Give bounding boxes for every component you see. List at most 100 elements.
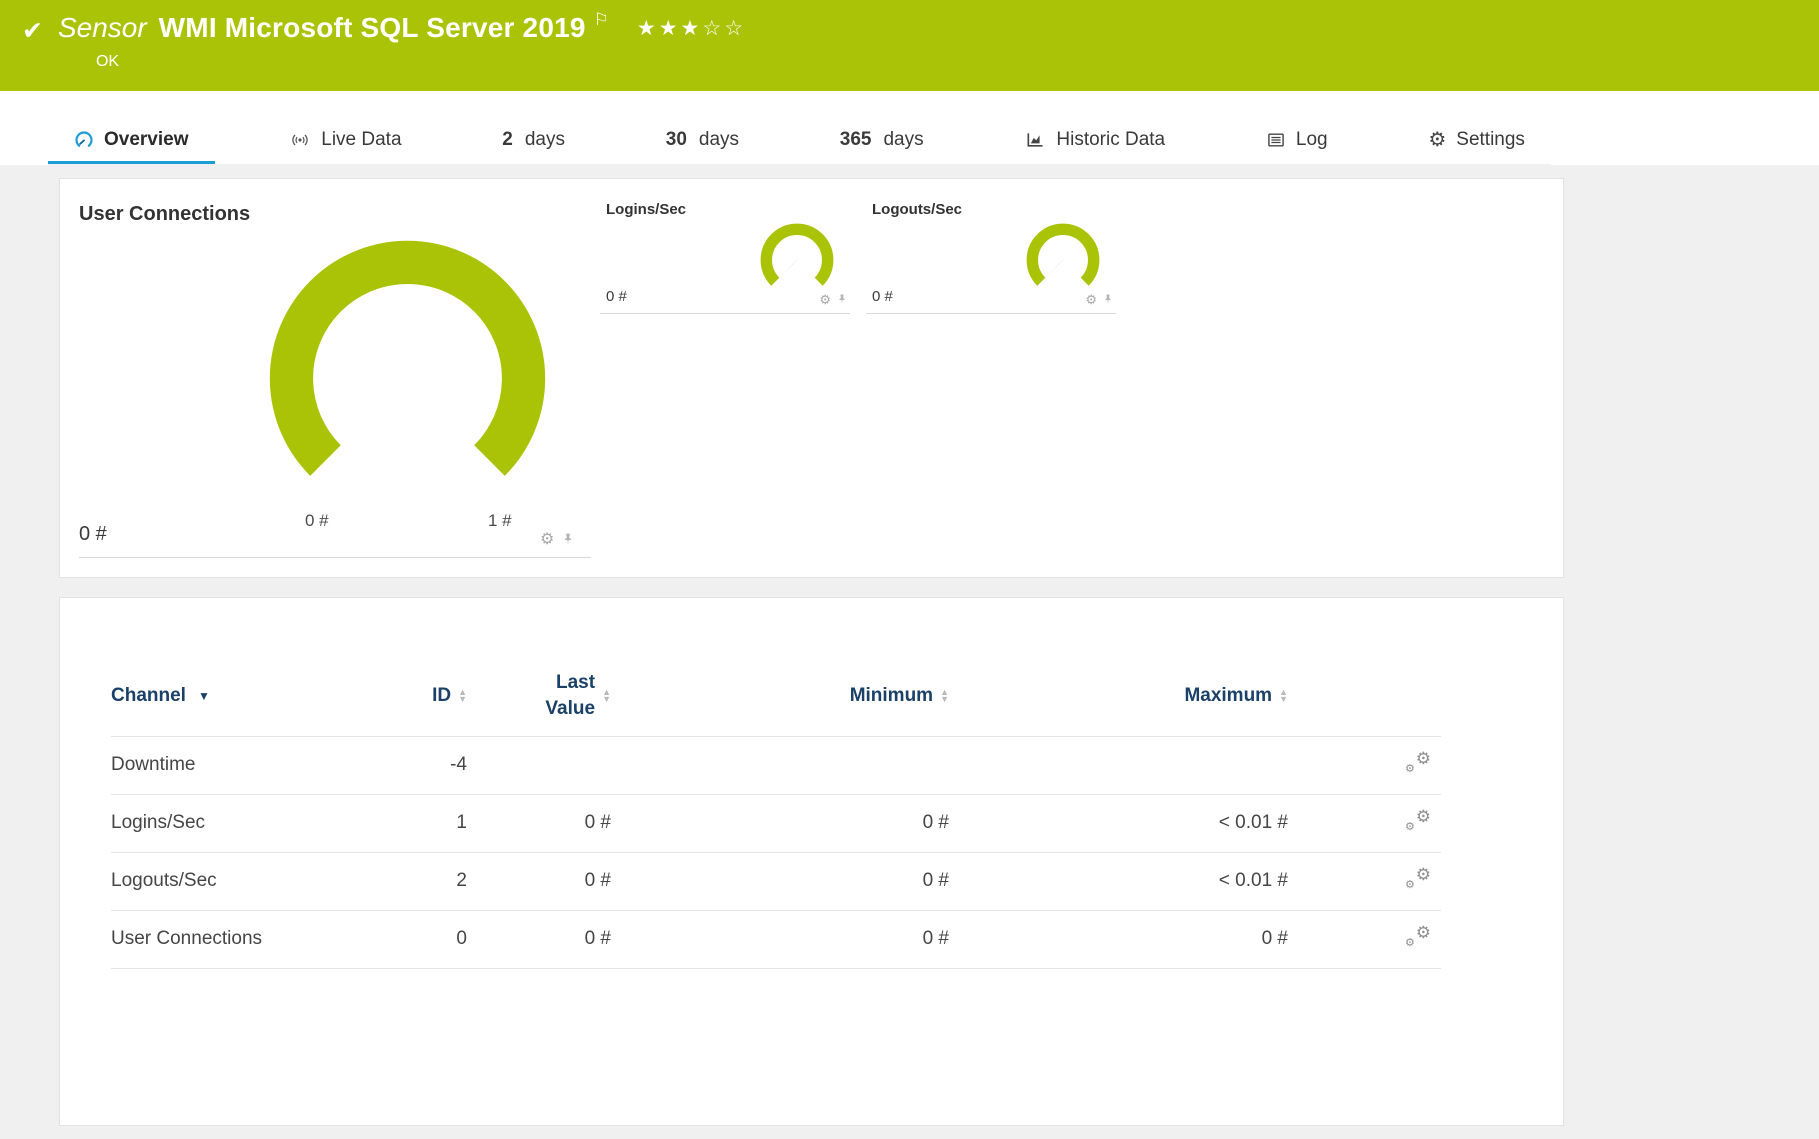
- column-label: Maximum: [1184, 684, 1273, 706]
- sensor-title: WMI Microsoft SQL Server 2019: [158, 12, 586, 43]
- channel-id: -4: [357, 736, 467, 795]
- tab-log[interactable]: Log: [1240, 118, 1354, 164]
- channel-maximum: 0 #: [949, 910, 1288, 969]
- column-header-actions: [1288, 656, 1441, 737]
- table-row: Logouts/Sec 2 0 # 0 # < 0.01 # ⚙ ⚙: [111, 852, 1441, 911]
- channel-settings-icon[interactable]: ⚙ ⚙: [1405, 923, 1431, 949]
- logouts-per-sec-gauge: Logouts/Sec 0 # ⚙: [866, 201, 1116, 314]
- channel-id: 0: [357, 910, 467, 969]
- table-row: Logins/Sec 1 0 # 0 # < 0.01 # ⚙ ⚙: [111, 794, 1441, 853]
- table-header-row: Channel ▼ ID ▲ ▼ Last Value ▲ ▼ Minimum …: [111, 656, 1441, 737]
- channel-last-value: 0 #: [467, 910, 611, 969]
- main-gauge-controls: ⚙: [540, 531, 575, 548]
- gauge-gear-icon[interactable]: ⚙: [540, 531, 554, 548]
- main-gauge-title: User Connections: [79, 203, 251, 225]
- channel-maximum: [949, 736, 1288, 795]
- column-label: Minimum: [849, 684, 934, 706]
- small-gauge-controls: ⚙: [819, 292, 848, 307]
- sort-icon[interactable]: ▲ ▼: [1279, 687, 1288, 703]
- gauge-divider: [79, 557, 591, 558]
- channel-name: User Connections: [111, 910, 357, 969]
- table-row: User Connections 0 0 # 0 # 0 # ⚙ ⚙: [111, 910, 1441, 969]
- priority-stars-icon[interactable]: ★★★☆☆: [637, 16, 746, 41]
- historic-data-chart-icon: [1027, 132, 1043, 147]
- channel-settings-icon[interactable]: ⚙ ⚙: [1405, 749, 1431, 775]
- channel-last-value: 0 #: [467, 794, 611, 853]
- channel-name: Downtime: [111, 736, 357, 795]
- channel-name: Logins/Sec: [111, 794, 357, 853]
- tab-365-days[interactable]: 365 days: [814, 118, 950, 164]
- gauge-gear-icon[interactable]: ⚙: [1085, 293, 1097, 306]
- gauge-gear-icon[interactable]: ⚙: [819, 293, 831, 306]
- column-label: Last: [556, 672, 596, 694]
- gauge-scale-min: 0 #: [305, 511, 329, 530]
- channels-table: Channel ▼ ID ▲ ▼ Last Value ▲ ▼ Minimum …: [111, 656, 1441, 969]
- column-header-id[interactable]: ID ▲ ▼: [357, 656, 467, 737]
- column-header-last-value[interactable]: Last Value ▲ ▼: [467, 656, 611, 737]
- logins-per-sec-gauge: Logins/Sec 0 # ⚙: [600, 201, 850, 314]
- logouts-gauge-dial: [1026, 223, 1100, 289]
- pin-icon[interactable]: [1102, 292, 1114, 307]
- channel-minimum: 0 #: [611, 910, 949, 969]
- tab-label: Log: [1295, 128, 1328, 150]
- channel-maximum: < 0.01 #: [949, 852, 1288, 911]
- tab-settings[interactable]: ⚙ Settings: [1402, 118, 1551, 164]
- tab-live-data[interactable]: Live Data: [263, 118, 427, 164]
- column-label: Channel: [111, 684, 186, 706]
- log-icon: [1268, 132, 1284, 147]
- tab-label: days: [883, 128, 924, 150]
- tab-30-days[interactable]: 30 days: [640, 118, 765, 164]
- tab-label: Live Data: [321, 128, 402, 150]
- channel-settings-icon[interactable]: ⚙ ⚙: [1405, 865, 1431, 891]
- header-text: Sensor WMI Microsoft SQL Server 2019 ⚐ ★…: [58, 10, 746, 71]
- live-data-icon: [292, 134, 308, 145]
- settings-gear-icon: ⚙: [1428, 129, 1447, 151]
- sort-icon[interactable]: ▲ ▼: [602, 687, 611, 703]
- small-gauge-title: Logins/Sec: [606, 201, 687, 218]
- channel-minimum: 0 #: [611, 794, 949, 853]
- gauges-panel: User Connections 0 # 1 # 0 # ⚙ Logins/Se…: [59, 178, 1564, 578]
- sort-icon[interactable]: ▲ ▼: [458, 687, 467, 703]
- tab-label: days: [524, 128, 565, 150]
- channel-minimum: 0 #: [611, 852, 949, 911]
- column-header-minimum[interactable]: Minimum ▲ ▼: [611, 656, 949, 737]
- column-header-channel[interactable]: Channel ▼: [111, 656, 357, 737]
- small-gauge-controls: ⚙: [1085, 292, 1114, 307]
- column-label: ID: [432, 684, 452, 706]
- tab-label: days: [698, 128, 740, 150]
- channel-settings-icon[interactable]: ⚙ ⚙: [1405, 807, 1431, 833]
- small-gauge-title: Logouts/Sec: [872, 201, 963, 218]
- channel-maximum: < 0.01 #: [949, 794, 1288, 853]
- flag-icon[interactable]: ⚐: [594, 10, 609, 30]
- gauge-scale-max: 1 #: [488, 511, 512, 530]
- table-row: Downtime -4 ⚙ ⚙: [111, 736, 1441, 795]
- sort-icon[interactable]: ▲ ▼: [940, 687, 949, 703]
- logins-gauge-dial: [760, 223, 834, 289]
- overview-gauge-icon: [75, 131, 93, 147]
- tab-days-number: 2: [502, 128, 513, 150]
- title-line: Sensor WMI Microsoft SQL Server 2019 ⚐ ★…: [58, 10, 746, 44]
- tab-label: Historic Data: [1056, 128, 1166, 150]
- channel-minimum: [611, 736, 949, 795]
- tab-bar: Overview Live Data 2 days 30 days 365 da…: [48, 118, 1551, 165]
- channel-id: 1: [357, 794, 467, 853]
- content-area: User Connections 0 # 1 # 0 # ⚙ Logins/Se…: [0, 165, 1819, 1139]
- channel-last-value: [467, 736, 611, 795]
- sort-descending-icon[interactable]: ▼: [198, 689, 210, 703]
- tab-historic-data[interactable]: Historic Data: [998, 118, 1191, 164]
- tab-label: Overview: [104, 128, 189, 150]
- tab-days-number: 365: [839, 128, 872, 150]
- column-label: Value: [545, 697, 596, 719]
- tab-label: Settings: [1456, 128, 1525, 150]
- user-connections-gauge-dial: [269, 240, 546, 487]
- tab-2-days[interactable]: 2 days: [476, 118, 591, 164]
- tab-days-number: 30: [665, 128, 687, 150]
- channel-name: Logouts/Sec: [111, 852, 357, 911]
- pin-icon[interactable]: [561, 531, 575, 548]
- channel-last-value: 0 #: [467, 852, 611, 911]
- pin-icon[interactable]: [836, 292, 848, 307]
- tab-overview[interactable]: Overview: [48, 118, 215, 164]
- channels-panel: Channel ▼ ID ▲ ▼ Last Value ▲ ▼ Minimum …: [59, 597, 1564, 1126]
- column-header-maximum[interactable]: Maximum ▲ ▼: [949, 656, 1288, 737]
- main-gauge-value: 0 #: [79, 523, 107, 545]
